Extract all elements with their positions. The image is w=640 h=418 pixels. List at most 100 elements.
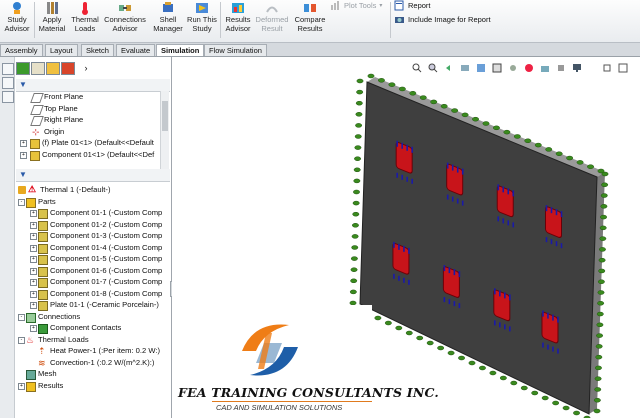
configuration-manager-tab[interactable] [46,62,60,75]
expand-icon[interactable]: + [30,290,37,298]
tree-item-thermal-loads[interactable]: - ♨ Thermal Loads [16,334,170,346]
tree-item-component[interactable]: + Component 01<1> (Default<<Def [16,149,170,161]
tree-item-component-01-1[interactable]: + Component 01-1 (-Custom Comp [16,207,170,219]
expand-icon[interactable] [2,77,14,89]
tree-item-component-01-4[interactable]: + Component 01-4 (-Custom Comp [16,242,170,254]
expand-icon[interactable]: + [30,325,37,332]
convection-arrow [600,214,607,220]
run-this-study-button[interactable]: Run This Study [186,0,218,33]
deformed-result-button[interactable]: Deformed Result [254,0,290,33]
component-icon [38,289,48,300]
plot-tools-button[interactable]: Plot Tools ▾ [330,0,382,11]
simulation-study-tree: ⚠ Thermal 1 (-Default-) - Parts + Component… [16,184,170,418]
study-advisor-button[interactable]: Study Advisor [2,0,32,33]
pin-icon[interactable] [2,63,14,75]
tree-item-component-01-2[interactable]: + Component 01-2 (-Custom Comp [16,219,170,231]
expand-icon[interactable]: + [30,302,37,309]
component-icon [38,220,48,231]
thermal-loads-button[interactable]: Thermal Loads [70,0,100,33]
convection-arrow [562,405,570,411]
scrollbar-thumb[interactable] [162,101,168,131]
convection-arrow [499,375,507,381]
convection-arrow [384,320,392,326]
convection-arrow [461,112,469,118]
tree-item-connections[interactable]: - Connections [16,311,170,323]
tree-item-results[interactable]: + Results [16,380,170,392]
logo-graphic [242,324,298,376]
convection-arrow [531,390,539,396]
expand-icon[interactable]: + [30,210,37,217]
convection-arrow [350,278,358,284]
tree-item-component-01-6[interactable]: + Component 01-6 (-Custom Comp [16,265,170,277]
tree-item-study-root[interactable]: ⚠ Thermal 1 (-Default-) [16,184,170,196]
convection-arrow [472,116,479,122]
report-button[interactable]: Report [394,0,431,11]
tab-simulation[interactable]: Simulation [156,44,205,56]
tree-item-plate-01-1[interactable]: + Plate 01-1 (-Ceramic Porcelain-) [16,299,170,311]
convection-arrow [599,247,606,252]
tree-item-component-01-5[interactable]: + Component 01-5 (-Custom Comp [16,253,170,265]
tree-item-mesh[interactable]: Mesh [16,368,170,380]
tab-assembly[interactable]: Assembly [0,44,43,56]
thermal-loads-icon [82,2,88,15]
convection-arrow [600,204,608,209]
shell-manager-button[interactable]: Shell Manager [150,0,186,33]
run-icon [196,3,208,13]
tree-item-front-plane[interactable]: Front Plane [16,91,170,103]
panel-arrow-icon[interactable]: › [76,62,96,76]
tree-item-origin[interactable]: ⊹ Origin [16,126,170,138]
expand-icon[interactable]: + [30,279,37,286]
convection-arrow [451,108,459,113]
convection-arrow [355,123,363,128]
convection-arrow [541,395,549,401]
expand-icon[interactable]: + [30,256,37,263]
collapse-icon[interactable]: - [18,336,25,344]
tab-evaluate[interactable]: Evaluate [116,44,156,56]
tree-item-right-plane[interactable]: Right Plane [16,114,170,126]
collapse-icon[interactable]: - [18,313,25,321]
tab-flow-simulation[interactable]: Flow Simulation [204,44,267,56]
expand-icon[interactable]: + [18,382,25,390]
display-manager-tab[interactable] [61,62,75,75]
company-logo: FEA TRAINING CONSULTANTS INC. CAD AND SI… [172,305,439,418]
tree-item-component-01-3[interactable]: + Component 01-3 (-Custom Comp [16,230,170,242]
expand-icon[interactable]: + [20,151,27,159]
convection-arrow [534,142,542,148]
tree-item-parts[interactable]: - Parts [16,196,170,208]
display-icon[interactable] [2,91,14,103]
tree-item-component-contacts[interactable]: + Component Contacts [16,322,170,334]
convection-arrow [395,325,403,331]
include-image-button[interactable]: Include Image for Report [394,14,491,25]
collapse-icon[interactable]: - [18,198,25,206]
compare-results-button[interactable]: Compare Results [292,0,328,33]
convection-arrow [510,380,518,386]
tree-item-component-01-8[interactable]: + Component 01-8 (-Custom Comp [16,288,170,300]
plane-icon [30,116,44,126]
tree-item-heat-power[interactable]: ⇡ Heat Power-1 (:Per item: 0.2 W:) [16,345,170,357]
convection-arrow [416,335,424,341]
component-icon [38,232,48,242]
tree-scrollbar[interactable] [160,91,169,179]
results-advisor-button[interactable]: Results Advisor [222,0,254,33]
tree-item-top-plane[interactable]: Top Plane [16,103,170,115]
tab-layout[interactable]: Layout [45,44,78,56]
tree-item-component-01-7[interactable]: + Component 01-7 (-Custom Comp [16,276,170,288]
expand-icon[interactable]: + [30,233,37,240]
tree-item-plate[interactable]: + (f) Plate 01<1> (Default<<Default [16,137,170,149]
property-manager-tab[interactable] [31,62,45,75]
filter-icon[interactable]: ▼ [19,80,27,89]
convection-arrow [356,89,364,95]
convection-arrow [482,121,490,126]
convection-arrow [576,160,584,165]
expand-icon[interactable]: + [30,221,37,229]
filter-icon[interactable]: ▼ [19,170,27,179]
expand-icon[interactable]: + [20,140,27,147]
expand-icon[interactable]: + [30,267,37,275]
convection-arrow [597,301,605,306]
connections-advisor-button[interactable]: Connections Advisor [102,0,148,33]
feature-manager-tab[interactable] [16,62,30,75]
tab-sketch[interactable]: Sketch [81,44,114,56]
apply-material-button[interactable]: Apply Material [36,0,68,33]
tree-item-convection[interactable]: ≋ Convection-1 (:0.2 W/(m^2.K):) [16,357,170,369]
expand-icon[interactable]: + [30,244,37,252]
